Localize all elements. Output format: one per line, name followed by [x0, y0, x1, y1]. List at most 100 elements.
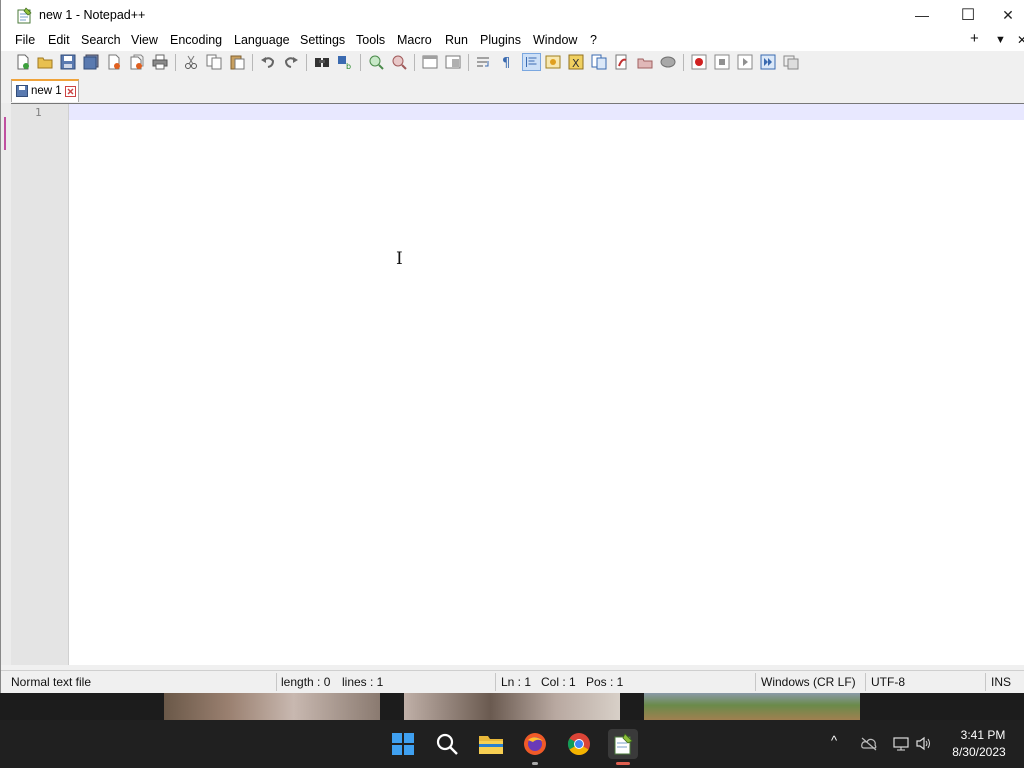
- menu-encoding[interactable]: Encoding: [170, 33, 222, 47]
- close-button[interactable]: ✕: [991, 0, 1024, 30]
- close-icon[interactable]: [106, 54, 122, 70]
- notepadpp-window: new 1 - Notepad++ — ☐ ✕ File Edit Search…: [0, 0, 1024, 693]
- document-map-icon[interactable]: [591, 54, 607, 70]
- menu-help[interactable]: ?: [590, 33, 597, 47]
- background-photo-thumbnail: [644, 693, 860, 720]
- svg-text:X: X: [572, 57, 580, 70]
- menu-view[interactable]: View: [131, 33, 158, 47]
- status-pos: Pos : 1: [586, 675, 624, 689]
- menu-edit[interactable]: Edit: [48, 33, 70, 47]
- minimize-icon: —: [915, 7, 929, 23]
- menu-tools[interactable]: Tools: [356, 33, 385, 47]
- udl-icon[interactable]: [545, 54, 561, 70]
- tab-bar: new 1: [1, 79, 1024, 102]
- tab-close-icon[interactable]: [65, 86, 76, 97]
- function-list-icon[interactable]: X: [568, 54, 584, 70]
- firefox-icon[interactable]: [521, 730, 549, 758]
- maximize-icon: ☐: [960, 7, 976, 24]
- tab-list-dropdown-icon[interactable]: ▼: [995, 34, 1006, 46]
- network-icon[interactable]: [893, 736, 909, 751]
- close-tab-icon[interactable]: ✕: [1017, 33, 1024, 47]
- save-icon: [16, 85, 28, 97]
- status-encoding[interactable]: UTF-8: [871, 675, 905, 689]
- zoom-out-icon[interactable]: [391, 54, 407, 70]
- taskbar: ^ 3:41 PM 8/30/2023: [0, 720, 1024, 768]
- play-macro-icon[interactable]: [737, 54, 753, 70]
- folder-workspace-icon[interactable]: [614, 54, 630, 70]
- menu-settings[interactable]: Settings: [300, 33, 345, 47]
- active-app-indicator: [616, 762, 630, 765]
- replace-icon[interactable]: b: [337, 54, 353, 70]
- background-photo-thumbnail: [164, 693, 380, 720]
- onedrive-offline-icon[interactable]: [861, 737, 877, 751]
- undo-icon[interactable]: [260, 54, 276, 70]
- monitoring-icon[interactable]: [637, 54, 653, 70]
- toolbar-separator: [468, 54, 469, 71]
- save-all-icon[interactable]: [83, 54, 99, 70]
- minimize-button[interactable]: —: [899, 0, 945, 30]
- menu-window[interactable]: Window: [533, 33, 577, 47]
- indent-guide-icon[interactable]: [522, 53, 541, 71]
- add-tab-icon[interactable]: +: [970, 30, 979, 47]
- editor-area[interactable]: 1 I: [11, 103, 1024, 665]
- status-ln: Ln : 1: [501, 675, 532, 689]
- tab-new-1[interactable]: new 1: [11, 79, 79, 102]
- clock-time[interactable]: 3:41 PM: [950, 728, 1016, 742]
- window-title: new 1 - Notepad++: [39, 8, 146, 22]
- toolbar-separator: [252, 54, 253, 71]
- redo-icon[interactable]: [283, 54, 299, 70]
- toolbar: b ¶ X: [1, 51, 1024, 73]
- title-bar: new 1 - Notepad++ — ☐ ✕: [1, 0, 1024, 30]
- toolbar-separator: [175, 54, 176, 71]
- notepadpp-app-icon: [17, 7, 32, 24]
- sync-horizontal-icon[interactable]: [445, 54, 461, 70]
- desktop-background-strip: [0, 693, 1024, 720]
- run-macro-multiple-icon[interactable]: [760, 54, 776, 70]
- text-cursor-icon: I: [396, 249, 403, 269]
- status-insert-mode[interactable]: INS: [991, 675, 1011, 689]
- toolbar-separator: [414, 54, 415, 71]
- status-separator: [985, 673, 986, 691]
- menu-file[interactable]: File: [15, 33, 35, 47]
- close-all-icon[interactable]: [129, 54, 145, 70]
- show-all-chars-icon[interactable]: ¶: [499, 54, 515, 70]
- maximize-button[interactable]: ☐: [945, 0, 991, 30]
- windows-start-icon[interactable]: [389, 730, 417, 758]
- menu-run[interactable]: Run: [445, 33, 468, 47]
- paste-icon[interactable]: [229, 54, 245, 70]
- tray-overflow-chevron-icon[interactable]: ^: [831, 733, 837, 748]
- clock-date[interactable]: 8/30/2023: [946, 745, 1012, 759]
- running-indicator: [532, 762, 538, 765]
- menu-plugins[interactable]: Plugins: [480, 33, 521, 47]
- status-eol[interactable]: Windows (CR LF): [761, 675, 856, 689]
- menu-macro[interactable]: Macro: [397, 33, 432, 47]
- cut-icon[interactable]: [183, 54, 199, 70]
- status-file-type: Normal text file: [11, 675, 92, 689]
- tab-label: new 1: [31, 85, 62, 97]
- file-explorer-icon[interactable]: [477, 730, 505, 758]
- print-icon[interactable]: [152, 54, 168, 70]
- menu-language[interactable]: Language: [234, 33, 290, 47]
- change-history-marker: [4, 117, 6, 150]
- find-icon[interactable]: [314, 54, 330, 70]
- macro-panel-icon[interactable]: [660, 54, 676, 70]
- volume-icon[interactable]: [916, 736, 932, 751]
- save-macro-icon[interactable]: [783, 54, 799, 70]
- toolbar-separator: [360, 54, 361, 71]
- sync-vertical-icon[interactable]: [422, 54, 438, 70]
- status-separator: [495, 673, 496, 691]
- status-separator: [276, 673, 277, 691]
- open-file-icon[interactable]: [37, 54, 53, 70]
- record-macro-icon[interactable]: [691, 54, 707, 70]
- search-icon[interactable]: [433, 730, 461, 758]
- zoom-in-icon[interactable]: [368, 54, 384, 70]
- chrome-icon[interactable]: [565, 730, 593, 758]
- copy-icon[interactable]: [206, 54, 222, 70]
- menu-search[interactable]: Search: [81, 33, 121, 47]
- new-file-icon[interactable]: [15, 54, 31, 70]
- save-icon[interactable]: [60, 54, 76, 70]
- word-wrap-icon[interactable]: [476, 54, 492, 70]
- notepadpp-icon[interactable]: [608, 729, 638, 759]
- menu-bar: File Edit Search View Encoding Language …: [1, 30, 1024, 51]
- stop-record-icon[interactable]: [714, 54, 730, 70]
